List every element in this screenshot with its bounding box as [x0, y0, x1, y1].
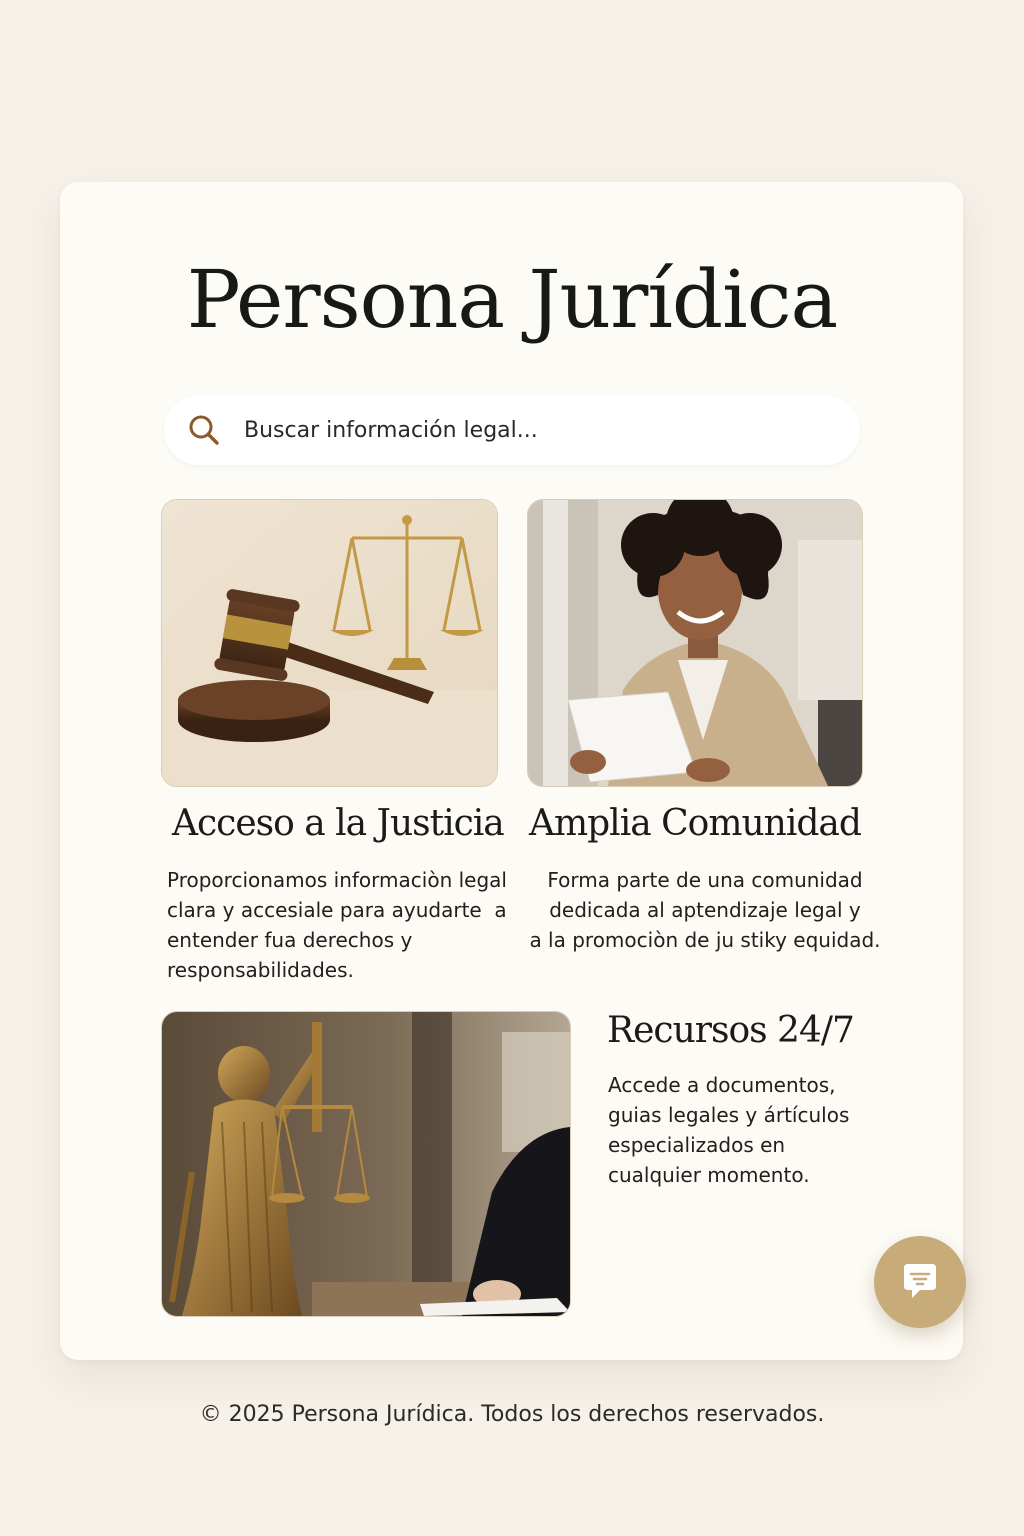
text-line: Proporcionamos informaciòn legal [167, 868, 507, 892]
search-bar[interactable] [164, 395, 860, 465]
page-title: Persona Jurídica [186, 253, 838, 346]
text-line: clara y accesiale para ayudarte a [167, 898, 507, 922]
feature-title-recursos: Recursos 24/7 [607, 1010, 855, 1051]
text-line: responsabilidades. [167, 958, 354, 982]
feature-text-justicia: Proporcionamos informaciòn legal clara y… [167, 865, 507, 985]
feature-title-comunidad: Amplia Comunidad [529, 803, 862, 844]
chat-bubble-icon [904, 1264, 936, 1298]
gavel-and-scales-photo [161, 499, 498, 787]
text-line: a la promociòn de ju stiky equidad. [529, 928, 881, 952]
text-line: especializados en [608, 1133, 786, 1157]
search-input[interactable] [242, 416, 826, 444]
text-line: dedicada al aptendizaje legal y [549, 898, 861, 922]
feature-title-justicia: Acceso a la Justicia [172, 803, 505, 844]
text-line: guias legales y ártículos [608, 1103, 850, 1127]
chat-button[interactable] [874, 1236, 966, 1328]
text-line: cualquier momento. [608, 1163, 810, 1187]
smiling-woman-reading-document-photo [527, 499, 863, 787]
footer-copyright: © 2025 Persona Jurídica. Todos los derec… [199, 1402, 825, 1427]
feature-text-comunidad: Forma parte de una comunidad dedicada al… [520, 865, 890, 955]
search-icon [189, 415, 219, 445]
lady-justice-statue-photo [161, 1011, 571, 1317]
text-line: entender fua derechos y [167, 928, 413, 952]
text-line: Forma parte de una comunidad [547, 868, 863, 892]
feature-text-recursos: Accede a documentos, guias legales y árt… [608, 1070, 849, 1190]
text-line: Accede a documentos, [608, 1073, 836, 1097]
